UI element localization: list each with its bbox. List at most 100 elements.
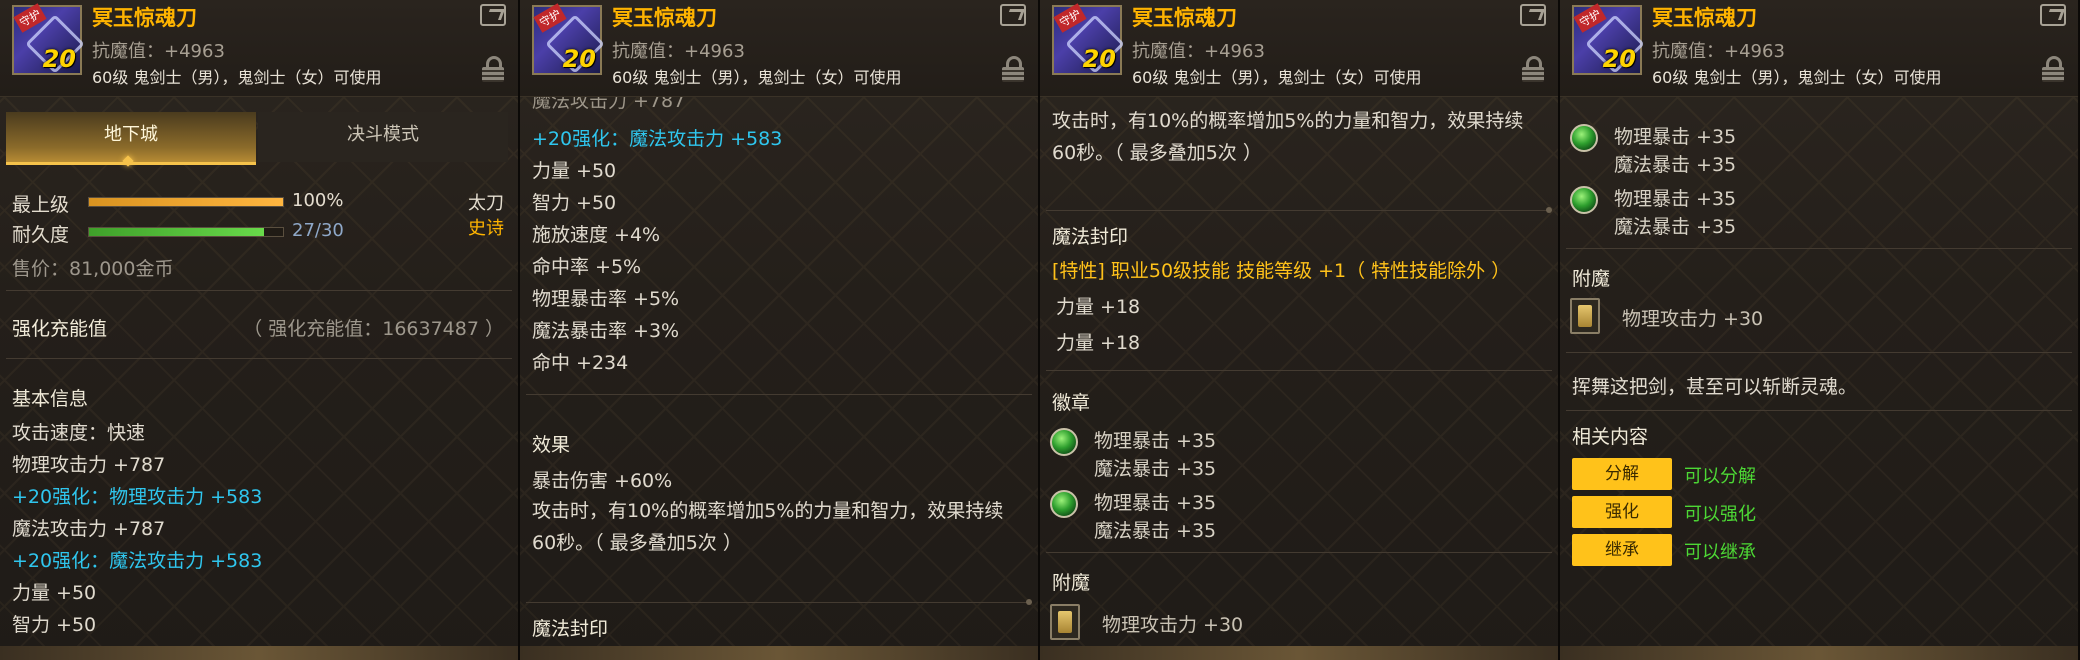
resist-value: 抗魔值：+4963 <box>1652 41 1785 62</box>
stat-line: 攻击速度：快速 <box>12 422 146 444</box>
item-header: 守护 20 冥玉惊魂刀 抗魔值：+4963 60级 鬼剑士（男），鬼剑士（女）可… <box>1040 0 1558 97</box>
rarity: 史诗 <box>468 218 504 239</box>
divider <box>526 394 1032 395</box>
emblem-line: 物理暴击 +35 <box>1614 126 1737 148</box>
item-name: 冥玉惊魂刀 <box>1652 6 1757 30</box>
item-icon: 守护 20 <box>1052 3 1125 75</box>
lock-icon[interactable] <box>1522 56 1544 82</box>
share-icon[interactable] <box>480 4 506 26</box>
inherit-note: 可以继承 <box>1684 542 1756 563</box>
emblem-line: 物理暴击 +35 <box>1094 492 1217 514</box>
divider <box>1566 248 2072 249</box>
grade-label: 最上级 <box>12 194 70 216</box>
mode-tabs: 地下城 决斗模式 <box>0 112 518 167</box>
enchant-value: 物理攻击力 +30 <box>1622 308 1764 330</box>
share-icon[interactable] <box>1000 4 1026 26</box>
durability-label: 耐久度 <box>12 224 70 246</box>
stat-line-upgrade: +20强化：物理攻击力 +583 <box>12 486 263 508</box>
item-header: 守护 20 冥玉惊魂刀 抗魔值：+4963 60级 鬼剑士（男），鬼剑士（女）可… <box>0 0 518 97</box>
tooltip-panel-3: 守护 20 冥玉惊魂刀 抗魔值：+4963 60级 鬼剑士（男），鬼剑士（女）可… <box>1040 0 1560 660</box>
bottom-strip <box>0 646 518 660</box>
item-name: 冥玉惊魂刀 <box>1132 6 1237 30</box>
emblem-slot[interactable]: 物理暴击 +35 魔法暴击 +35 <box>1570 180 1870 242</box>
emblem-line: 魔法暴击 +35 <box>1614 216 1737 238</box>
charge-label: 强化充能值 <box>12 318 108 340</box>
item-header: 守护 20 冥玉惊魂刀 抗魔值：+4963 60级 鬼剑士（男），鬼剑士（女）可… <box>520 0 1038 97</box>
enchant-card-icon <box>1570 298 1600 334</box>
grade-value: 100% <box>292 190 344 211</box>
tooltip-panel-4: 守护 20 冥玉惊魂刀 抗魔值：+4963 60级 鬼剑士（男），鬼剑士（女）可… <box>1560 0 2080 660</box>
tooltip-panel-1: 守护 20 冥玉惊魂刀 抗魔值：+4963 60级 鬼剑士（男），鬼剑士（女）可… <box>0 0 520 660</box>
effect-line: 攻击时，有10%的概率增加5%的力量和智力，效果持续 <box>532 500 1004 522</box>
effect-line: 暴击伤害 +60% <box>532 470 673 492</box>
emblem-line: 魔法暴击 +35 <box>1094 458 1217 480</box>
effect-line: 攻击时，有10%的概率增加5%的力量和智力，效果持续 <box>1052 110 1524 132</box>
stat-line: 魔法暴击率 +3% <box>532 320 680 342</box>
stat-line-upgrade: +20强化：魔法攻击力 +583 <box>12 550 263 572</box>
divider <box>526 599 1032 605</box>
effect-line: 60秒。（ 最多叠加5次 ） <box>1052 142 1262 164</box>
tab-dungeon[interactable]: 地下城 <box>6 112 256 165</box>
divider <box>6 290 512 291</box>
emblem-line: 物理暴击 +35 <box>1614 188 1737 210</box>
charge-value: （ 强化充能值：16637487 ） <box>243 318 504 340</box>
reinforce-button[interactable]: 强化 <box>1572 496 1672 528</box>
seal-line: 力量 +18 <box>1056 296 1141 318</box>
flavor-text: 挥舞这把剑，甚至可以斩断灵魂。 <box>1572 376 1858 398</box>
related-title: 相关内容 <box>1572 426 1649 448</box>
divider <box>6 358 512 359</box>
divider <box>1046 370 1552 371</box>
enchant-title: 附魔 <box>1052 572 1091 594</box>
share-icon[interactable] <box>1520 4 1546 26</box>
emblem-slot[interactable]: 物理暴击 +35 魔法暴击 +35 <box>1050 484 1350 546</box>
lock-icon[interactable] <box>2042 56 2064 82</box>
disassemble-note: 可以分解 <box>1684 466 1756 487</box>
disassemble-button[interactable]: 分解 <box>1572 458 1672 490</box>
icon-level: 20 <box>42 45 76 73</box>
emblem-line: 魔法暴击 +35 <box>1614 154 1737 176</box>
icon-level: 20 <box>1082 45 1116 73</box>
divider <box>1566 352 2072 353</box>
bottom-strip <box>520 646 1038 660</box>
resist-value: 抗魔值：+4963 <box>92 41 225 62</box>
seal-title: 魔法封印 <box>532 618 609 640</box>
seal-trait-line: [特性] 职业50级技能 技能等级 +1（ 特性技能除外 ） <box>1052 260 1511 282</box>
enchant-card-icon <box>1050 604 1080 640</box>
tab-duel[interactable]: 决斗模式 <box>258 112 508 162</box>
item-icon: 守护 20 <box>1572 3 1645 75</box>
stat-line: 施放速度 +4% <box>532 224 661 246</box>
stat-line: 智力 +50 <box>532 192 617 214</box>
stat-line: 命中 +234 <box>532 352 629 374</box>
resist-value: 抗魔值：+4963 <box>1132 41 1265 62</box>
icon-level: 20 <box>1602 45 1636 73</box>
green-gem-icon <box>1570 186 1598 214</box>
green-gem-icon <box>1050 490 1078 518</box>
item-header: 守护 20 冥玉惊魂刀 抗魔值：+4963 60级 鬼剑士（男），鬼剑士（女）可… <box>1560 0 2078 97</box>
enchant-value: 物理攻击力 +30 <box>1102 614 1244 636</box>
stat-line: 魔法攻击力 +787 <box>12 518 166 540</box>
lock-icon[interactable] <box>482 56 504 82</box>
green-gem-icon <box>1050 428 1078 456</box>
inherit-button[interactable]: 继承 <box>1572 534 1672 566</box>
stat-line-upgrade: +20强化：魔法攻击力 +583 <box>532 128 783 150</box>
durability-bar <box>88 227 284 237</box>
weapon-type: 太刀 <box>468 193 504 214</box>
emblem-slot[interactable]: 物理暴击 +35 魔法暴击 +35 <box>1050 422 1350 484</box>
item-icon: 守护 20 <box>532 3 605 75</box>
sell-price: 售价：81,000金币 <box>12 258 174 280</box>
grade-bar <box>88 197 284 207</box>
divider <box>1046 207 1552 213</box>
divider <box>1046 552 1552 553</box>
lock-icon[interactable] <box>1002 56 1024 82</box>
reinforce-note: 可以强化 <box>1684 504 1756 525</box>
share-icon[interactable] <box>2040 4 2066 26</box>
bottom-strip <box>1040 646 1558 660</box>
bottom-strip <box>1560 646 2078 660</box>
seal-title: 魔法封印 <box>1052 226 1129 248</box>
effect-title: 效果 <box>532 434 571 456</box>
emblem-slot[interactable]: 物理暴击 +35 魔法暴击 +35 <box>1570 118 1870 180</box>
stat-line: 物理攻击力 +787 <box>12 454 166 476</box>
basic-info-title: 基本信息 <box>12 388 89 410</box>
stat-line: 命中率 +5% <box>532 256 642 278</box>
stat-line: 物理暴击率 +5% <box>532 288 680 310</box>
